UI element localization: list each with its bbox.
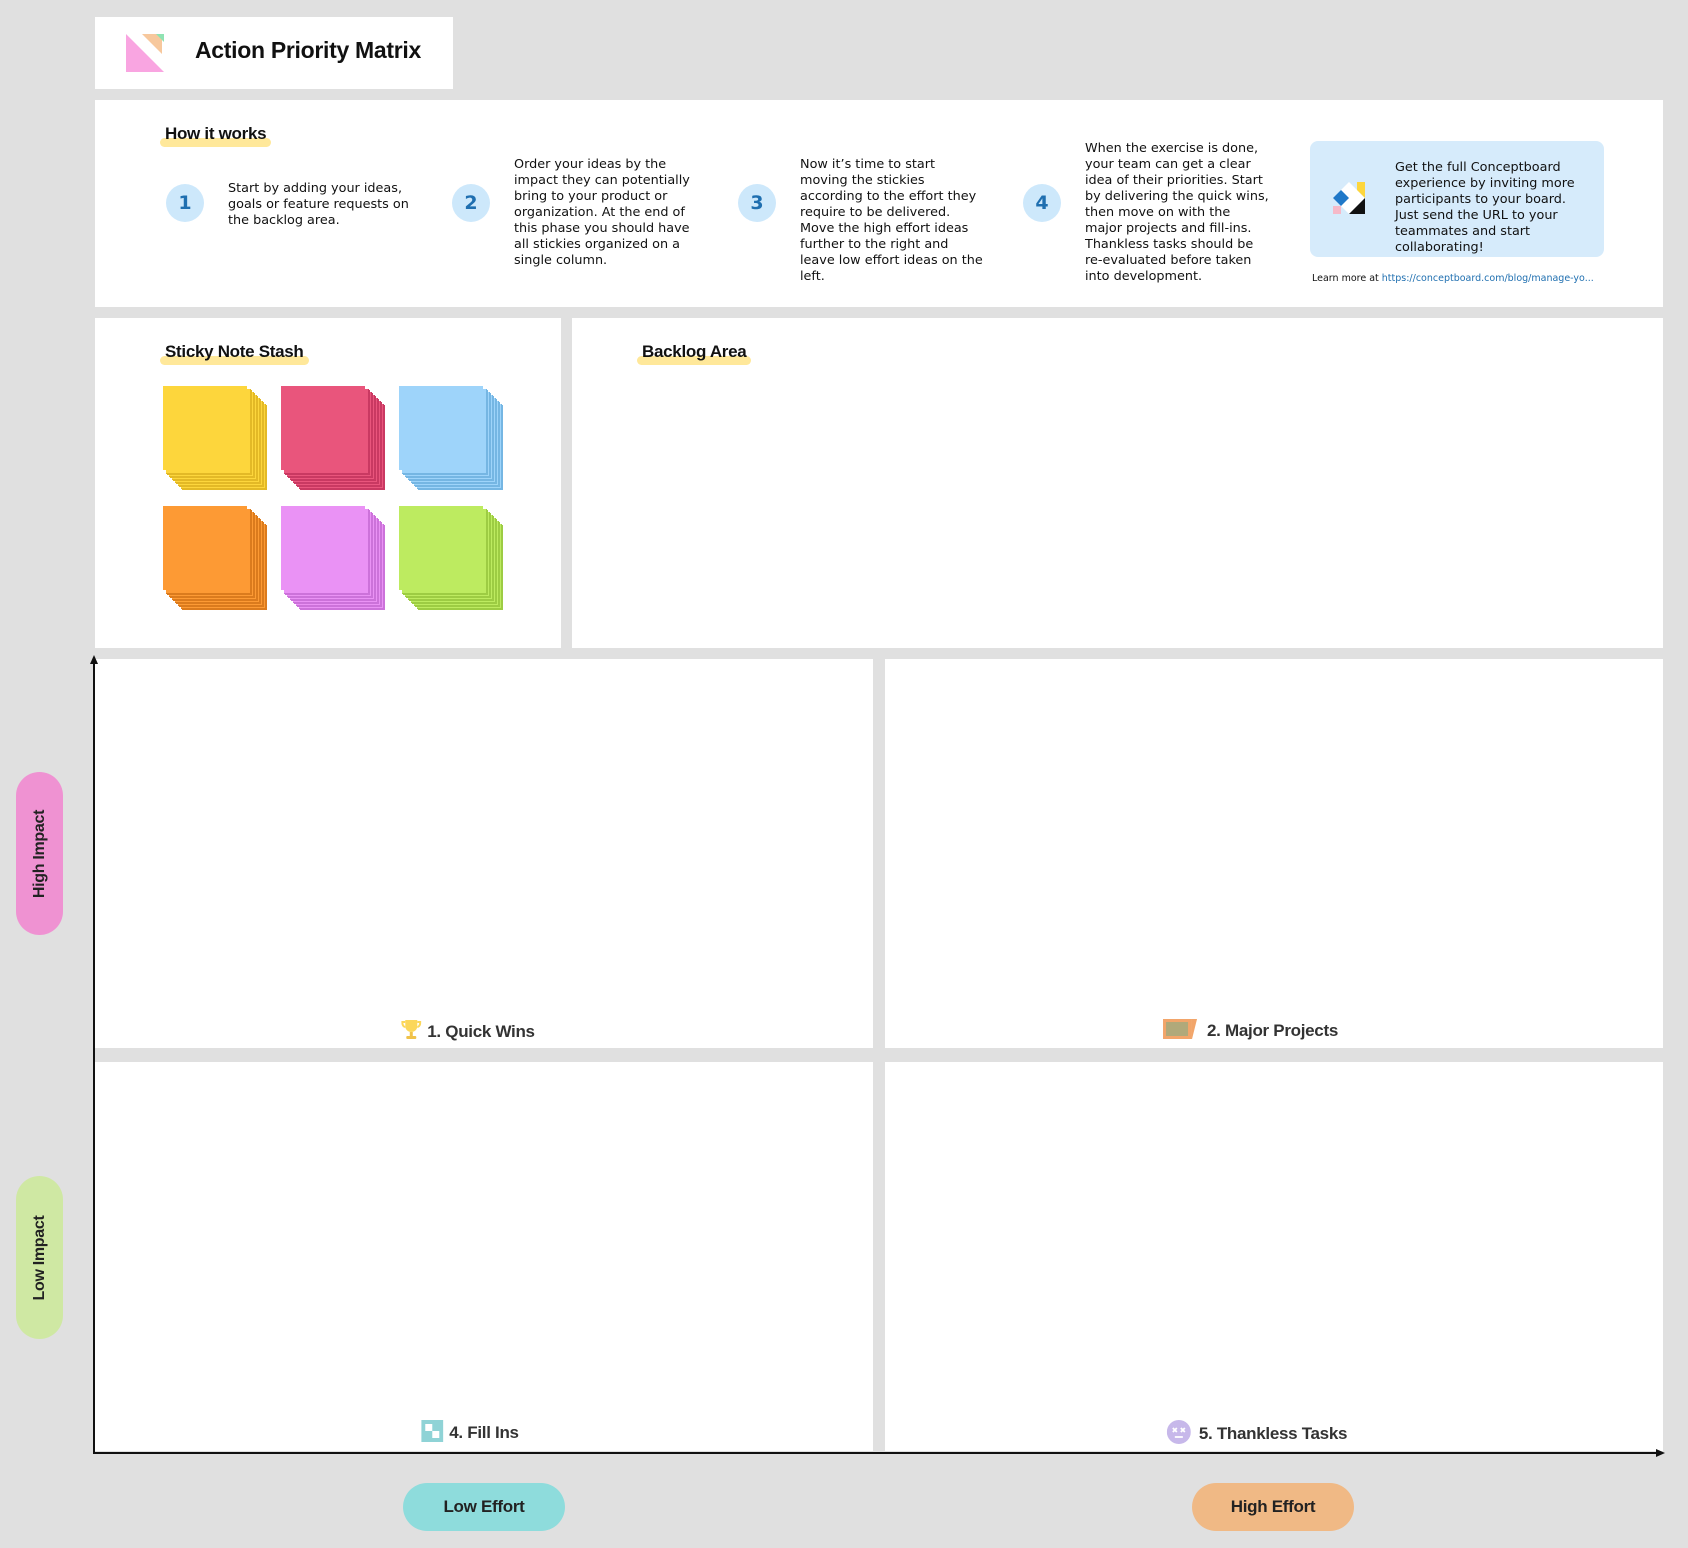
axes	[90, 655, 1665, 1457]
how-it-works-heading: How it works	[160, 124, 272, 147]
impact-axis-arrow	[90, 655, 98, 664]
sticky-note-stash-heading: Sticky Note Stash	[160, 342, 309, 365]
low-impact-pill: Low Impact	[16, 1176, 63, 1339]
effort-axis-arrow	[1656, 1449, 1665, 1457]
backlog-area-heading: Backlog Area	[637, 342, 752, 365]
low-effort-pill: Low Effort	[403, 1483, 565, 1531]
high-impact-pill: High Impact	[16, 772, 63, 935]
high-effort-pill: High Effort	[1192, 1483, 1354, 1531]
